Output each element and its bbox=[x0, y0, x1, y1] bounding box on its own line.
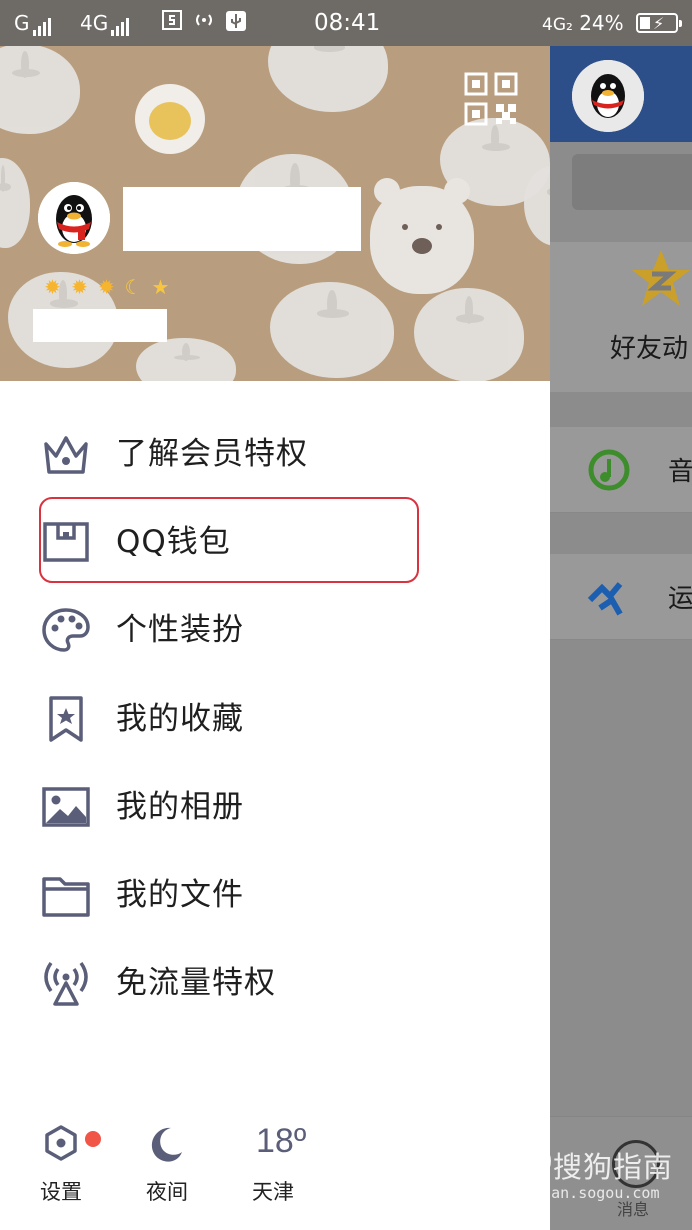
moon-level-icon: ☾ bbox=[124, 275, 143, 299]
network-type: 4G₂ bbox=[542, 15, 573, 35]
background-row-sport: 运 bbox=[550, 554, 692, 640]
bun-decoration bbox=[270, 282, 394, 378]
bun-decoration bbox=[414, 288, 524, 381]
night-mode-label: 夜间 bbox=[146, 1180, 188, 1204]
bun-decoration bbox=[136, 338, 236, 381]
battery-percent: 24% bbox=[579, 11, 624, 35]
qr-code-icon[interactable] bbox=[464, 72, 518, 126]
menu-item-favorites[interactable]: 我的收藏 bbox=[0, 675, 550, 763]
sim1-signal: G bbox=[14, 10, 53, 36]
image-icon bbox=[42, 787, 90, 827]
menu-item-label: 我的收藏 bbox=[116, 701, 244, 737]
side-drawer: ✹ ✹ ✹ ☾ ★ 了解会员特权 QQ钱包 个性装扮 我的收藏 我的相册 我的文… bbox=[0, 0, 550, 1230]
background-avatar[interactable] bbox=[572, 60, 644, 132]
moon-icon bbox=[151, 1127, 182, 1162]
avatar[interactable] bbox=[38, 182, 110, 254]
menu-item-label: 个性装扮 bbox=[116, 612, 244, 648]
watermark-url: zhinan.sogou.com bbox=[515, 1184, 660, 1202]
menu-item-theme[interactable]: 个性装扮 bbox=[0, 586, 550, 674]
bookmark-star-icon bbox=[49, 696, 83, 742]
egg-decoration bbox=[135, 84, 205, 154]
night-mode-button[interactable]: 夜间 bbox=[127, 1120, 207, 1204]
menu-item-label: 免流量特权 bbox=[116, 965, 276, 1001]
sogou-logo-icon bbox=[513, 1142, 551, 1180]
menu-item-free-data[interactable]: 免流量特权 bbox=[0, 939, 550, 1027]
settings-label: 设置 bbox=[40, 1180, 82, 1204]
background-header bbox=[550, 46, 692, 142]
settings-button[interactable]: 设置 bbox=[21, 1120, 101, 1204]
music-icon bbox=[588, 449, 630, 491]
weather-city: 天津 bbox=[252, 1180, 294, 1204]
qzone-star-icon bbox=[632, 250, 690, 306]
running-icon bbox=[587, 582, 623, 616]
menu-item-label: 我的相册 bbox=[116, 789, 244, 825]
bun-decoration bbox=[0, 46, 80, 134]
crown-icon bbox=[44, 436, 88, 474]
menu-item-label: 我的文件 bbox=[116, 877, 244, 913]
menu-item-vip[interactable]: 了解会员特权 bbox=[0, 410, 550, 498]
status-bar: G 4G 08:41 4G₂ 24% ⚡ bbox=[0, 0, 692, 46]
sport-label: 运 bbox=[668, 584, 692, 614]
bear-decoration bbox=[370, 178, 474, 294]
star-level-icon: ★ bbox=[151, 275, 170, 299]
notification-s-icon bbox=[162, 10, 182, 36]
sun-level-icon: ✹ bbox=[44, 275, 61, 299]
sun-level-icon: ✹ bbox=[98, 275, 115, 299]
signal-tower-icon bbox=[44, 961, 88, 1006]
menu-item-files[interactable]: 我的文件 bbox=[0, 851, 550, 939]
usb-icon bbox=[225, 10, 247, 38]
palette-icon bbox=[42, 608, 90, 652]
clock: 08:41 bbox=[314, 10, 381, 36]
menu-item-album[interactable]: 我的相册 bbox=[0, 763, 550, 851]
background-main-screen: 好友动 音 运 bbox=[550, 46, 692, 1230]
signature-redacted bbox=[33, 309, 167, 342]
battery-icon: ⚡ bbox=[636, 13, 682, 33]
friends-feed-label: 好友动 bbox=[610, 334, 689, 364]
sun-level-icon: ✹ bbox=[71, 275, 88, 299]
battery-status: 4G₂ 24% ⚡ bbox=[542, 10, 682, 38]
background-row-music: 音 bbox=[550, 427, 692, 513]
watermark-title: 搜狗指南 bbox=[553, 1150, 674, 1184]
folder-icon bbox=[42, 877, 90, 917]
hotspot-icon bbox=[193, 10, 215, 36]
menu-item-label: 了解会员特权 bbox=[116, 436, 308, 472]
music-label: 音 bbox=[668, 457, 692, 487]
nickname-redacted bbox=[123, 187, 361, 251]
sim2-signal: 4G bbox=[80, 10, 131, 36]
profile-header[interactable]: ✹ ✹ ✹ ☾ ★ bbox=[0, 46, 550, 381]
wallet-highlight-box bbox=[39, 497, 419, 583]
background-search-bar bbox=[572, 154, 692, 210]
bun-decoration bbox=[0, 158, 30, 248]
qq-level-badges: ✹ ✹ ✹ ☾ ★ bbox=[40, 274, 173, 300]
settings-notification-dot bbox=[85, 1131, 101, 1147]
weather-temperature[interactable]: 18º bbox=[256, 1122, 306, 1161]
bun-decoration bbox=[268, 46, 388, 112]
